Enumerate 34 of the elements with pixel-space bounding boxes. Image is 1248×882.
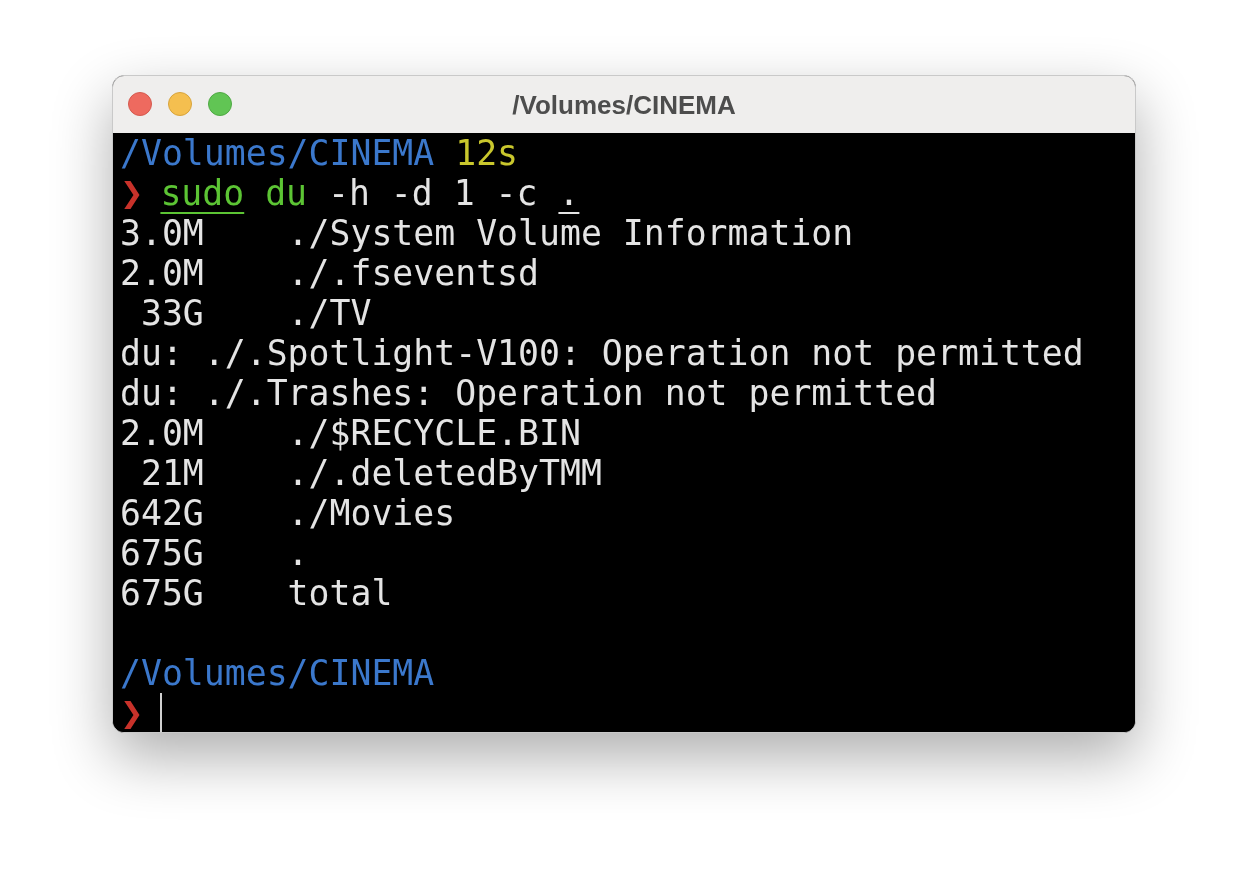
file-path: ./$RECYCLE.BIN — [287, 413, 581, 453]
command-argument: . — [558, 173, 580, 213]
prompt-symbol: ❯ — [120, 175, 140, 211]
file-size: 642G — [120, 493, 204, 533]
file-size: 3.0M — [120, 213, 204, 253]
command-argument: -c — [495, 173, 538, 213]
window-title: /Volumes/CINEMA — [512, 91, 736, 118]
file-size: 675G — [120, 533, 204, 573]
directory-path: /Volumes/CINEMA — [120, 133, 435, 173]
file-path: total — [287, 573, 393, 613]
file-path: ./TV — [287, 293, 372, 333]
command-name: sudo — [160, 173, 245, 213]
file-path: ./Movies — [287, 493, 456, 533]
maximize-button[interactable] — [208, 92, 232, 116]
directory-path: /Volumes/CINEMA — [120, 653, 435, 693]
command-name: du — [265, 173, 308, 213]
file-path: ./.fseventsd — [287, 253, 539, 293]
error-message: du: ./.Spotlight-V100: Operation not permitted — [120, 333, 1084, 373]
file-size: 33G — [139, 293, 204, 333]
file-size: 21M — [139, 453, 204, 493]
file-size: 675G — [120, 573, 204, 613]
prompt-symbol: ❯ — [120, 695, 140, 731]
file-size: 2.0M — [120, 413, 204, 453]
command-argument: 1 — [453, 173, 475, 213]
minimize-button[interactable] — [168, 92, 192, 116]
command-argument: -h — [328, 173, 370, 213]
command-argument: -d — [390, 173, 433, 213]
command-duration: 12s — [455, 133, 519, 173]
file-size: 2.0M — [120, 253, 204, 293]
close-button[interactable] — [128, 92, 152, 116]
file-path: ./.deletedByTMM — [287, 453, 602, 493]
file-path: ./System Volume Information — [287, 213, 854, 253]
error-message: du: ./.Trashes: Operation not permitted — [120, 373, 938, 413]
file-path: . — [287, 533, 309, 573]
